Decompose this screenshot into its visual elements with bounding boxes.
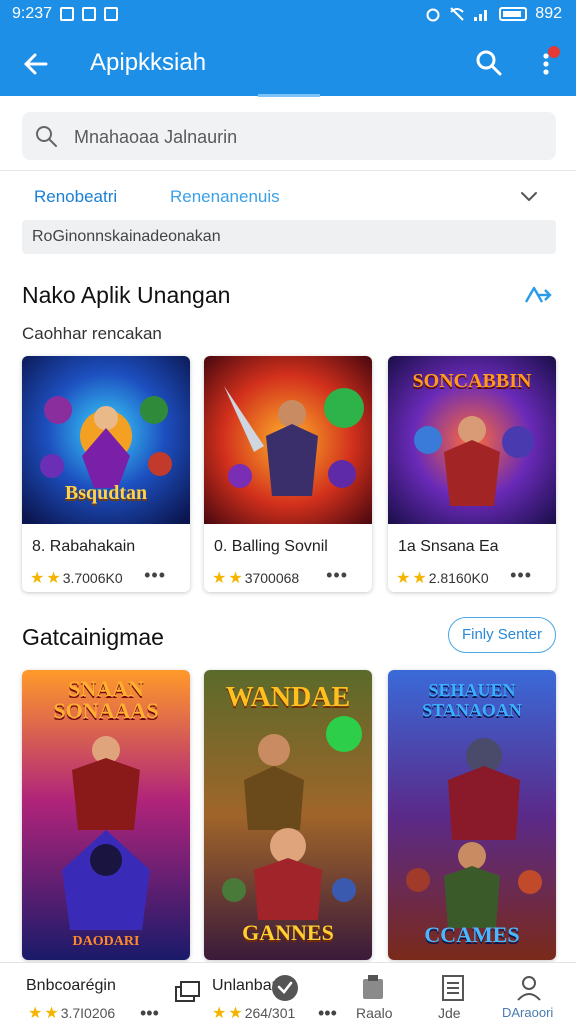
game-art-title: SONCABBIN [412, 370, 532, 392]
rating-text: 264/301 [244, 1005, 296, 1021]
section-title: Gatcainigmae [22, 624, 164, 650]
downloads-icon[interactable] [172, 977, 202, 1007]
app-card[interactable]: Bsqudtan 8. Rabahakain ★ ★ 3.7006K0 ••• [22, 356, 190, 592]
image-notification-icon [60, 7, 75, 21]
apps-icon[interactable] [358, 973, 388, 1003]
appbar-indicator [258, 94, 320, 97]
status-time: 9:237 [12, 5, 53, 22]
rating-text: 3.7006K0 [62, 570, 123, 586]
battery-icon [499, 7, 528, 21]
more-options-icon[interactable]: ••• [326, 565, 348, 586]
app-rating: ★ ★ 2.8160K0 [396, 568, 489, 588]
wifi-off-icon [450, 7, 465, 21]
app-name: 8. Rabahakain [32, 538, 136, 555]
game-poster-subtitle: GANNES [242, 920, 334, 945]
arrow-link-icon[interactable] [520, 282, 554, 308]
game-art-image [204, 356, 372, 524]
more-options-icon[interactable]: ••• [318, 1003, 337, 1024]
star-icon: ★ [412, 570, 427, 587]
star-icon: ★ [44, 1005, 59, 1022]
rating-text: 3700068 [244, 570, 300, 586]
status-bar: 9:237 892 [0, 0, 576, 30]
game-poster-card[interactable]: WANDAE GANNES [204, 670, 372, 960]
bottom-item-title[interactable]: Bnbcoarégin [26, 977, 116, 995]
status-battery-text: 892 [535, 5, 562, 22]
page-title: Apipkksiah [90, 49, 207, 76]
search-icon[interactable] [474, 48, 504, 78]
section-subtitle: Caohhar rencakan [22, 324, 162, 343]
app-rating: ★ ★ 3700068 [212, 568, 299, 588]
filter-label: RoGinonnskainadeonakan [32, 228, 221, 245]
star-icon: ★ [228, 1005, 243, 1022]
star-icon: ★ [396, 570, 411, 587]
star-icon: ★ [212, 1005, 227, 1022]
back-arrow-icon[interactable] [20, 48, 52, 80]
bottom-nav: Bnbcoarégin ★ ★ 3.7I0206 ••• Unlanbar ★ ★ … [0, 962, 576, 1025]
game-poster-title: SNAAN SONAAAS [53, 676, 159, 723]
app-name: 0. Balling Sovnil [214, 538, 328, 555]
app-card[interactable]: 0. Balling Sovnil ★ ★ 3700068 ••• [204, 356, 372, 592]
rating-text: 2.8160K0 [428, 570, 489, 586]
filter-bar[interactable]: RoGinonnskainadeonakan [22, 220, 556, 254]
search-field-icon [36, 126, 57, 147]
bottom-item-rating: ★ ★ 3.7I0206 [28, 1003, 115, 1023]
bottom-item-label[interactable]: Jde [438, 1005, 461, 1021]
play-badge-icon[interactable] [270, 973, 300, 1003]
game-poster-title: WANDAE [225, 682, 351, 713]
tab-primary[interactable]: Renobeatri [34, 187, 117, 207]
signal-icon [474, 10, 488, 21]
game-poster-card[interactable]: SNAAN SONAAAS DAODARI [22, 670, 190, 960]
game-poster-card[interactable]: SEHAUEN STANAOAN CCAMES [388, 670, 556, 960]
account-icon[interactable] [514, 973, 544, 1003]
more-menu-button[interactable] [532, 46, 560, 80]
tab-secondary[interactable]: Renenanenuis [170, 187, 280, 207]
status-left: 9:237 [12, 5, 119, 23]
game-poster-subtitle: DAODARI [72, 934, 140, 949]
notification-badge [548, 46, 560, 58]
chevron-down-icon[interactable] [518, 185, 540, 207]
more-options-icon[interactable]: ••• [144, 565, 166, 586]
bottom-item-rating: ★ ★ 264/301 [212, 1003, 295, 1023]
star-icon: ★ [228, 570, 243, 587]
rating-text: 3.7I0206 [60, 1005, 116, 1021]
app-rating: ★ ★ 3.7006K0 [30, 568, 123, 588]
star-icon: ★ [28, 1005, 43, 1022]
app-name: 1a Snsana Ea [398, 538, 499, 555]
bottom-item-label[interactable]: DAraoori [502, 1005, 553, 1020]
star-icon: ★ [212, 570, 227, 587]
game-poster-subtitle: CCAMES [424, 922, 520, 947]
books-icon[interactable] [438, 973, 468, 1003]
star-icon: ★ [46, 570, 61, 587]
more-options-icon[interactable]: ••• [140, 1003, 159, 1024]
search-input[interactable] [72, 112, 546, 162]
app-bar: Apipkksiah [0, 30, 576, 96]
more-options-icon[interactable]: ••• [510, 565, 532, 586]
app-notification-icon [82, 7, 97, 21]
app-card[interactable]: SONCABBIN 1a Snsana Ea ★ ★ 2.8160K0 ••• [388, 356, 556, 592]
tab-bar: Renobeatri Renenanenuis [0, 170, 576, 221]
alarm-icon [426, 8, 440, 22]
search-bar [22, 112, 556, 162]
bottom-item-label[interactable]: Unlanbar [212, 977, 277, 995]
game-poster-title: SEHAUEN STANAOAN [422, 680, 522, 720]
filter-button[interactable]: Finly Senter [448, 617, 556, 653]
lock-notification-icon [104, 7, 119, 21]
section-title: Nako Aplik Unangan [22, 282, 231, 308]
star-icon: ★ [30, 570, 45, 587]
game-art-title: Bsqudtan [64, 482, 148, 504]
bottom-item-label[interactable]: Raalo [356, 1005, 393, 1021]
status-right: 892 [425, 5, 562, 23]
